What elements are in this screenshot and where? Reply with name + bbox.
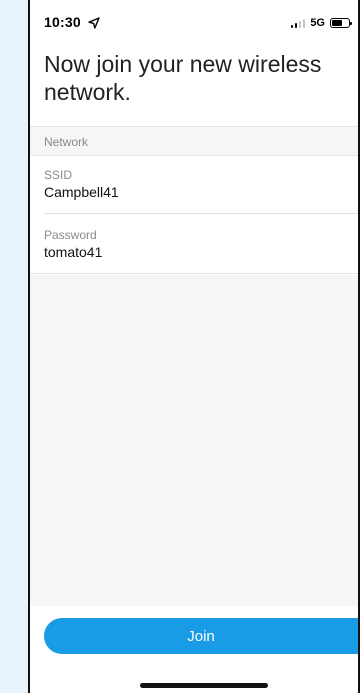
password-label: Password: [44, 228, 97, 242]
network-section-header: Network: [30, 126, 358, 156]
ssid-input[interactable]: [44, 184, 324, 200]
network-type-label: 5G: [310, 17, 325, 29]
home-indicator[interactable]: [140, 683, 268, 688]
divider: [30, 273, 358, 274]
join-button[interactable]: Join: [44, 618, 358, 654]
ssid-field[interactable]: SSID: [30, 156, 358, 214]
status-time: 10:30: [44, 14, 81, 30]
page-title: Now join your new wireless network.: [44, 51, 322, 105]
phone-screen: 10:30 5G Now join your new wireless netw…: [28, 0, 360, 693]
ssid-label: SSID: [44, 168, 73, 182]
status-bar: 10:30 5G: [30, 14, 358, 38]
cellular-signal-icon: [290, 18, 306, 28]
password-input[interactable]: [44, 244, 324, 260]
divider: [44, 213, 358, 214]
status-indicators: 5G: [290, 17, 352, 29]
password-field[interactable]: Password: [30, 216, 358, 274]
battery-icon: [330, 18, 352, 28]
location-arrow-icon: [88, 17, 100, 29]
section-header-label: Network: [44, 135, 89, 149]
